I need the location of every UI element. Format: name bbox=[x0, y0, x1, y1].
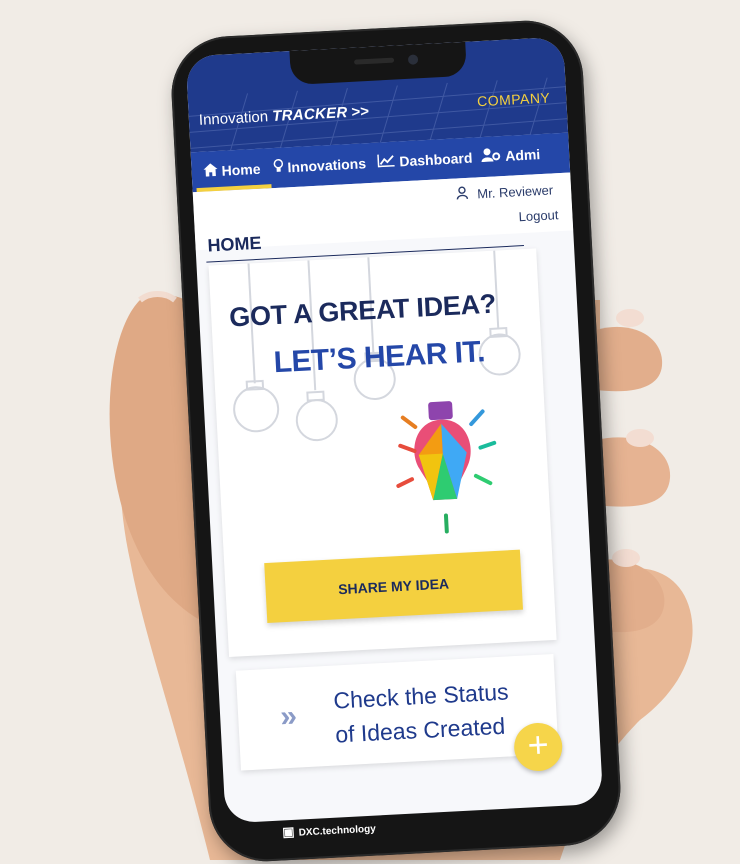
nav-dashboard[interactable]: Dashboard bbox=[376, 138, 473, 183]
lightbulb-icon bbox=[272, 148, 284, 188]
check-status-card[interactable]: » Check the Status of Ideas Created bbox=[235, 654, 559, 771]
nav-innovations-label: Innovations bbox=[287, 155, 367, 176]
user-menu[interactable]: Mr. Reviewer bbox=[455, 181, 553, 202]
page-title: HOME bbox=[206, 232, 262, 256]
phone-screen: Innovation TRACKER >> COMPANY Home Innova… bbox=[185, 36, 604, 824]
home-icon bbox=[203, 151, 219, 192]
status-card-line1: Check the Status bbox=[332, 678, 510, 714]
speaker-grille bbox=[353, 57, 395, 65]
double-chevron-icon: » bbox=[279, 699, 292, 734]
nav-home-label: Home bbox=[221, 160, 261, 179]
nav-admin-label: Admi bbox=[504, 146, 541, 164]
front-camera bbox=[407, 54, 419, 65]
brand-chevron: >> bbox=[351, 102, 370, 121]
colorful-lightbulb-icon bbox=[396, 401, 497, 534]
users-gear-icon bbox=[480, 136, 502, 177]
user-name: Mr. Reviewer bbox=[476, 182, 554, 202]
nav-dashboard-label: Dashboard bbox=[398, 149, 473, 170]
chart-line-icon bbox=[376, 142, 396, 183]
dxc-mark-icon: ▣ bbox=[281, 823, 295, 840]
logout-link[interactable]: Logout bbox=[518, 207, 558, 224]
phone-device: Innovation TRACKER >> COMPANY Home Innova… bbox=[168, 17, 624, 864]
dxc-logo: ▣ DXC.technology bbox=[282, 820, 376, 841]
status-card-line2: of Ideas Created bbox=[334, 712, 506, 748]
share-idea-button[interactable]: SHARE MY IDEA bbox=[264, 549, 523, 623]
nav-home[interactable]: Home bbox=[203, 149, 262, 192]
nav-innovations[interactable]: Innovations bbox=[272, 143, 367, 188]
nav-admin[interactable]: Admi bbox=[480, 134, 541, 177]
dxc-logo-text: DXC.technology bbox=[298, 823, 377, 839]
hero-card: GOT A GREAT IDEA? LET’S HEAR IT. SHARE M… bbox=[208, 248, 557, 658]
user-icon bbox=[455, 186, 471, 203]
